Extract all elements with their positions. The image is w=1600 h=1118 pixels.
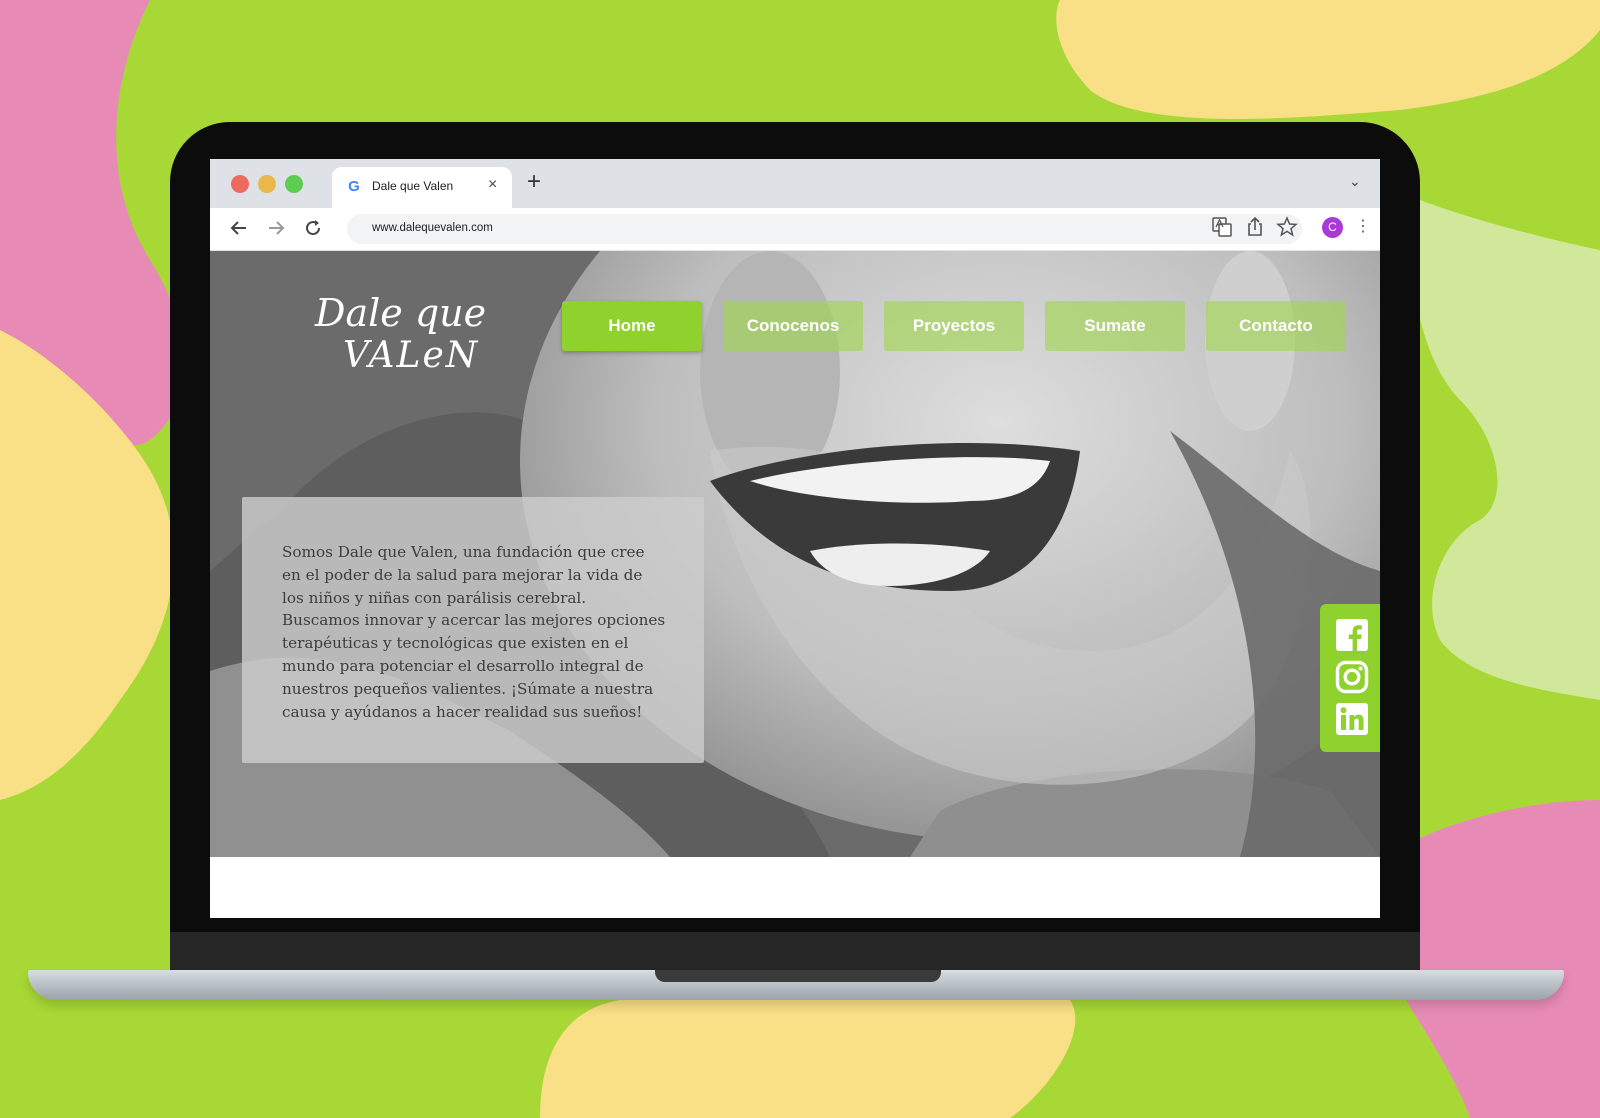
logo-line-1: Dale que: [315, 291, 487, 335]
intro-card: Somos Dale que Valen, una fundación que …: [242, 497, 704, 763]
laptop-chin: [170, 932, 1420, 972]
translate-icon[interactable]: [1210, 215, 1234, 239]
minimize-window-button[interactable]: [258, 175, 276, 193]
close-tab-icon[interactable]: ×: [488, 176, 497, 194]
chevron-down-icon[interactable]: ⌄: [1349, 173, 1361, 190]
maximize-window-button[interactable]: [285, 175, 303, 193]
logo-line-2: VALeN: [343, 335, 480, 376]
forward-arrow-icon[interactable]: [264, 216, 288, 240]
site-logo[interactable]: Dale que VALeN: [315, 291, 487, 391]
browser-toolbar: www.dalequevalen.com C ⋮: [210, 208, 1380, 251]
nav-sumate[interactable]: Sumate: [1045, 301, 1185, 351]
hero-section: Dale que VALeN Home Conocenos Proyectos …: [210, 251, 1380, 857]
laptop-notch: [655, 970, 941, 982]
new-tab-button[interactable]: +: [527, 169, 541, 195]
nav-conocenos[interactable]: Conocenos: [723, 301, 863, 351]
laptop-screen: G Dale que Valen × + ⌄ www.dalequevalen.…: [210, 159, 1380, 918]
intro-text: Somos Dale que Valen, una fundación que …: [282, 543, 666, 721]
address-bar[interactable]: www.dalequevalen.com: [347, 214, 1302, 244]
back-arrow-icon[interactable]: [227, 216, 251, 240]
instagram-icon[interactable]: [1335, 660, 1369, 694]
close-window-button[interactable]: [231, 175, 249, 193]
tab-title: Dale que Valen: [372, 179, 454, 193]
profile-avatar[interactable]: C: [1322, 217, 1343, 238]
google-favicon-icon: G: [348, 178, 360, 195]
linkedin-icon[interactable]: [1335, 702, 1369, 736]
nav-home[interactable]: Home: [562, 301, 702, 351]
bookmark-star-icon[interactable]: [1275, 215, 1299, 239]
nav-contacto[interactable]: Contacto: [1206, 301, 1346, 351]
site-nav: Home Conocenos Proyectos Sumate Contacto: [562, 301, 1352, 353]
facebook-icon[interactable]: [1335, 618, 1369, 652]
url-text: www.dalequevalen.com: [372, 222, 493, 234]
browser-tab[interactable]: G Dale que Valen ×: [332, 167, 512, 208]
reload-icon[interactable]: [301, 216, 325, 240]
share-icon[interactable]: [1243, 215, 1267, 239]
social-sidebar: [1320, 604, 1380, 752]
page-below-hero: [210, 857, 1380, 918]
nav-proyectos[interactable]: Proyectos: [884, 301, 1024, 351]
browser-menu-icon[interactable]: ⋮: [1355, 218, 1371, 236]
browser-tab-bar: G Dale que Valen × + ⌄: [210, 159, 1380, 208]
